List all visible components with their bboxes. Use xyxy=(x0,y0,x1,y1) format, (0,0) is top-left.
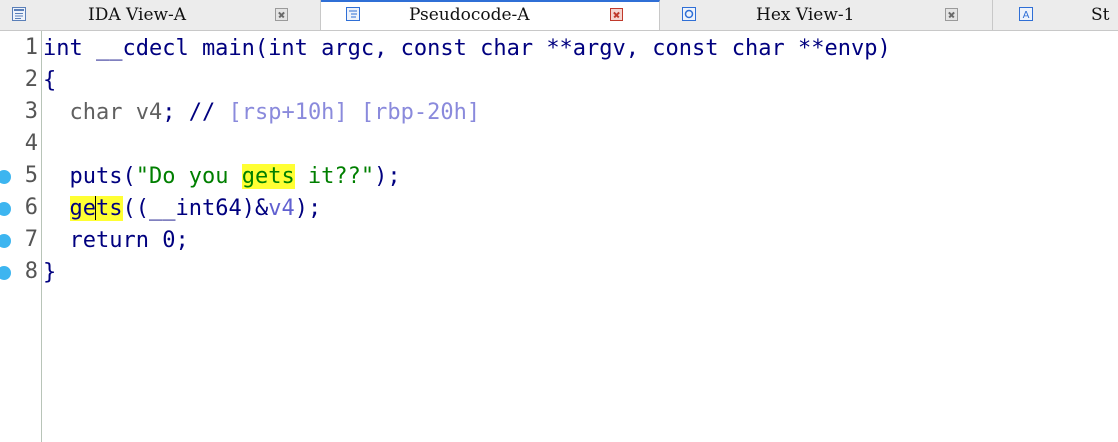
type-keyword: char xyxy=(69,100,123,125)
line-number: 3 xyxy=(24,99,38,124)
string-literal: it??" xyxy=(294,164,375,189)
code-text[interactable]: return 0; xyxy=(43,227,189,255)
code-text[interactable]: int __cdecl main(int argc, const char **… xyxy=(43,35,891,63)
tab-label: Pseudocode-A xyxy=(409,5,530,25)
code-line[interactable]: 8 } xyxy=(0,257,1118,289)
close-icon[interactable] xyxy=(610,8,623,21)
breakpoint-icon[interactable] xyxy=(0,234,11,248)
code-text[interactable]: { xyxy=(43,67,56,95)
line-number: 2 xyxy=(24,67,38,92)
code-text: } xyxy=(43,260,57,285)
code-line[interactable]: 2 { xyxy=(0,65,1118,97)
line-number: 7 xyxy=(24,227,38,252)
line-number: 6 xyxy=(24,195,38,220)
code-line[interactable]: 7 return 0; xyxy=(0,225,1118,257)
breakpoint-icon[interactable] xyxy=(0,170,11,184)
close-icon[interactable] xyxy=(945,8,958,21)
code-line[interactable]: 3 char v4; // [rsp+10h] [rbp-20h] xyxy=(0,97,1118,129)
code-text[interactable]: } xyxy=(43,259,56,287)
code-text[interactable]: char v4; // [rsp+10h] [rbp-20h] xyxy=(43,99,481,127)
tab-label: Hex View-1 xyxy=(756,5,855,25)
code-line[interactable]: 4 xyxy=(0,129,1118,161)
code-text: { xyxy=(43,68,57,93)
highlighted-identifier: gets xyxy=(241,164,295,189)
line-number: 5 xyxy=(24,163,38,188)
code-text: return 0; xyxy=(69,228,189,253)
highlighted-identifier: ts xyxy=(96,196,123,221)
code-line[interactable]: 5 puts("Do you gets it??"); xyxy=(0,161,1118,193)
tab-ida-view-a[interactable]: IDA View-A xyxy=(0,0,321,30)
code-line[interactable]: 1 int __cdecl main(int argc, const char … xyxy=(0,33,1118,65)
function-call: puts( xyxy=(69,164,136,189)
string-literal: "Do you xyxy=(135,164,242,189)
hex-view-icon xyxy=(682,7,696,21)
pseudocode-editor[interactable]: 1 int __cdecl main(int argc, const char … xyxy=(0,31,1118,442)
stack-offset-comment: [rsp+10h] [rbp-20h] xyxy=(228,100,481,125)
code-line[interactable]: 6 gets((__int64)&v4); xyxy=(0,193,1118,225)
code-text: ); xyxy=(294,196,322,221)
tab-hex-view-1[interactable]: Hex View-1 xyxy=(660,0,993,30)
pseudocode-icon xyxy=(346,7,360,21)
variable: v4 xyxy=(135,100,163,125)
tab-label: St xyxy=(1091,5,1110,25)
tab-label: IDA View-A xyxy=(88,5,187,25)
code-text: int __cdecl main(int argc, const char **… xyxy=(43,36,891,61)
svg-text:A: A xyxy=(1023,10,1030,21)
code-text: ); xyxy=(374,164,401,189)
highlighted-identifier: ge xyxy=(69,196,96,221)
disassembly-view-icon xyxy=(12,7,26,21)
tab-structures[interactable]: A St xyxy=(993,0,1118,30)
breakpoint-icon[interactable] xyxy=(0,202,11,216)
variable: v4 xyxy=(268,196,295,221)
code-text: ((__int64)& xyxy=(122,196,269,221)
tab-pseudocode-a[interactable]: Pseudocode-A xyxy=(321,0,660,30)
close-icon[interactable] xyxy=(275,8,288,21)
line-number: 8 xyxy=(24,259,38,284)
comment-marker: ; // xyxy=(162,100,216,125)
structures-icon: A xyxy=(1019,7,1033,21)
breakpoint-icon[interactable] xyxy=(0,266,11,280)
line-number: 1 xyxy=(24,35,38,60)
tab-bar: IDA View-A Pseudocode-A Hex View-1 A St xyxy=(0,0,1118,31)
code-text[interactable]: puts("Do you gets it??"); xyxy=(43,163,401,191)
code-text[interactable]: gets((__int64)&v4); xyxy=(43,195,321,223)
line-number: 4 xyxy=(24,131,38,156)
